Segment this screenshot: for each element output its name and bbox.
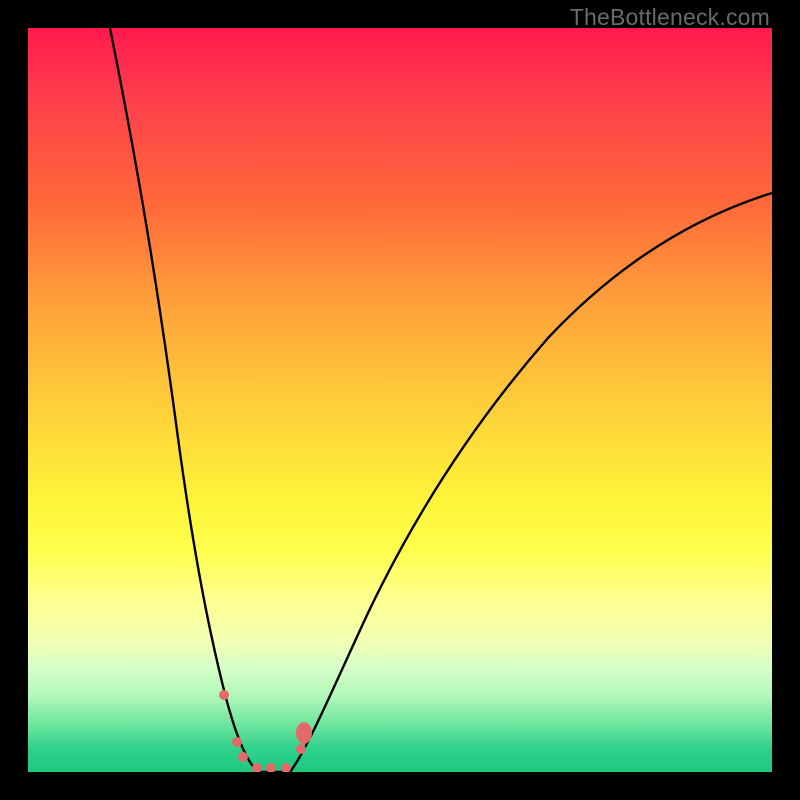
curve-marker (219, 690, 229, 700)
bottleneck-curve (28, 28, 772, 772)
watermark-text: TheBottleneck.com (570, 4, 770, 31)
curve-marker (238, 752, 248, 762)
chart-frame: TheBottleneck.com (0, 0, 800, 800)
curve-right-branch (290, 193, 772, 772)
plot-area (28, 28, 772, 772)
curve-marker (281, 763, 291, 772)
curve-left-branch (110, 28, 260, 772)
curve-marker (252, 763, 262, 772)
curve-marker (266, 763, 276, 772)
curve-marker (296, 722, 312, 744)
curve-marker (296, 744, 306, 754)
curve-marker (232, 737, 242, 747)
